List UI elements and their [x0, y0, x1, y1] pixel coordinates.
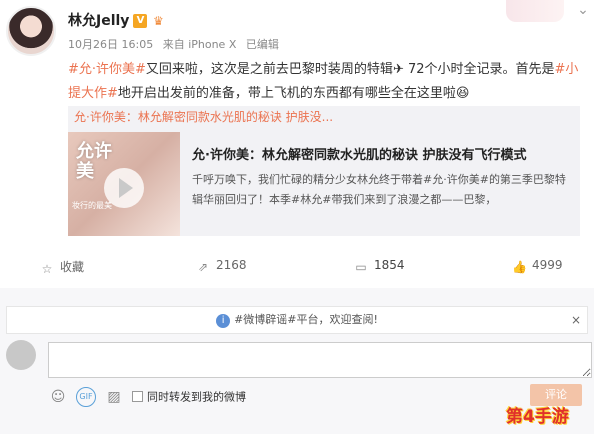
weibo-page: ⌄ 林允Jelly V ♛ 10月26日 16:05 来自 iPhone X 已编辑… [0, 0, 594, 434]
post-edited-status[interactable]: 已编辑 [246, 38, 279, 51]
favorite-label: 收藏 [60, 260, 85, 274]
site-watermark: 第4手游 [506, 407, 569, 427]
comment-input[interactable] [48, 342, 592, 378]
thumbnail-subtitle: 妆行的最美 [72, 201, 112, 210]
plane-emoji: ✈ [392, 62, 404, 77]
favorite-button[interactable]: ☆ 收藏 [40, 258, 84, 276]
card-body-segment: 千呼万唤下，我们忙碌的精分少女林允终于带着 [192, 173, 423, 186]
video-thumbnail[interactable]: 允许 美 妆行的最美 [68, 132, 180, 236]
post-date[interactable]: 10月26日 16:05 [68, 38, 153, 51]
comment-section: i #微博辟谣#平台，欢迎查阅! × ☺ GIF ▨ 同时转发到我的微博 评论 [0, 298, 594, 434]
post-text-segment: 地开启出发前的准备，带上飞机的东西都有哪些全在这里啦 [117, 86, 456, 101]
repost-icon: ⇗ [197, 260, 209, 274]
rumor-notice[interactable]: i #微博辟谣#平台，欢迎查阅! × [6, 306, 588, 334]
emoji-icon[interactable]: ☺ [48, 387, 68, 407]
crown-icon[interactable]: ♛ [151, 14, 165, 28]
card-body-segment: 带我们来到了浪漫之都——巴黎， [331, 193, 497, 206]
post-meta: 10月26日 16:05 来自 iPhone X 已编辑 [68, 36, 285, 52]
info-icon: i [216, 314, 231, 328]
laugh-emoji: 😆 [455, 86, 470, 101]
post-source: 来自 iPhone X [162, 38, 237, 51]
repost-button[interactable]: ⇗ 2168 [196, 258, 247, 274]
post-text: #允·许你美#又回来啦，这次是之前去巴黎时装周的特辑✈ 72个小时全记录。首先是… [68, 58, 584, 106]
close-icon[interactable]: × [571, 307, 581, 333]
repost-checkbox[interactable] [132, 391, 143, 402]
comment-toolbar: ☺ GIF ▨ 同时转发到我的微博 [48, 386, 246, 407]
repost-checkbox-label[interactable]: 同时转发到我的微博 [147, 391, 246, 404]
like-count: 4999 [532, 258, 563, 272]
hashtag-link[interactable]: #允·许你美# [68, 62, 146, 77]
image-icon[interactable]: ▨ [104, 387, 124, 407]
commenter-avatar [6, 340, 36, 370]
comment-button[interactable]: ▭ 1854 [354, 258, 405, 274]
username[interactable]: 林允Jelly [68, 13, 129, 29]
decorative-banner [506, 0, 564, 22]
card-body: 千呼万唤下，我们忙碌的精分少女林允终于带着#允·许你美#的第三季巴黎特辑华丽回归… [192, 170, 574, 210]
video-card[interactable]: 允·许你美：林允解密同款水光肌的秘诀 护肤没... 允许 美 妆行的最美 允·许… [68, 106, 580, 236]
action-bar: ☆ 收藏 ⇗ 2168 ▭ 1854 👍 4999 [0, 252, 594, 282]
card-title[interactable]: 允·许你美：林允解密同款水光肌的秘诀 护肤没有飞行模式 [192, 144, 572, 163]
comment-count: 1854 [374, 258, 405, 272]
card-body-hashtag: #林允# [291, 193, 332, 206]
card-header-link[interactable]: 允·许你美：林允解密同款水光肌的秘诀 护肤没... [68, 106, 580, 128]
thumbs-up-icon: 👍 [512, 260, 527, 274]
avatar[interactable] [6, 6, 56, 56]
repost-count: 2168 [216, 258, 247, 272]
post-text-segment: 又回来啦，这次是之前去巴黎时装周的特辑 [145, 62, 393, 77]
gif-icon[interactable]: GIF [76, 386, 96, 407]
chevron-down-icon[interactable]: ⌄ [575, 2, 591, 18]
notice-text[interactable]: #微博辟谣#平台，欢迎查阅! [234, 313, 378, 326]
weibo-post: ⌄ 林允Jelly V ♛ 10月26日 16:05 来自 iPhone X 已编辑… [0, 0, 594, 282]
card-body-hashtag: #允·许你美# [423, 173, 489, 186]
username-row: 林允Jelly V ♛ [68, 10, 165, 30]
comment-icon: ▭ [355, 260, 367, 274]
vip-badge-icon[interactable]: V [133, 14, 148, 28]
like-button[interactable]: 👍 4999 [512, 258, 563, 274]
post-text-segment: 72个小时全记录。首先是 [403, 62, 555, 77]
divider [0, 288, 594, 298]
star-icon: ☆ [41, 262, 53, 276]
